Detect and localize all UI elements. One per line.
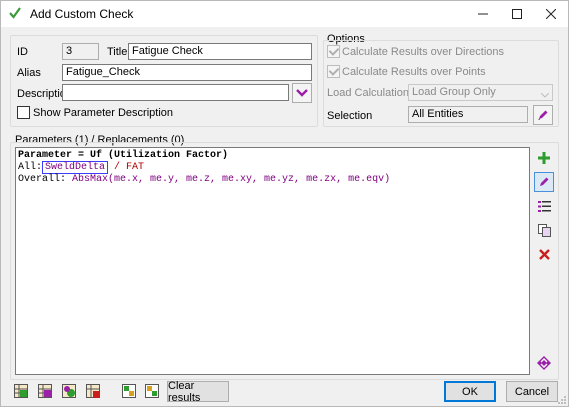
minimize-button[interactable] xyxy=(466,1,500,27)
selection-field: All Entities xyxy=(408,106,528,123)
cancel-button[interactable]: Cancel xyxy=(506,381,558,402)
alias-field[interactable]: Fatigue_Check xyxy=(62,64,312,81)
title-bar: Add Custom Check xyxy=(1,1,568,27)
edit-parameter-button[interactable] xyxy=(534,172,554,192)
checkmark-icon xyxy=(8,6,22,20)
load-calc-select[interactable]: Load Group Only xyxy=(408,84,553,101)
show-param-desc-label: Show Parameter Description xyxy=(33,107,174,119)
close-button[interactable] xyxy=(534,1,568,27)
parameter-editor[interactable]: Parameter = Uf (Utilization Factor) All:… xyxy=(15,147,530,375)
maximize-button[interactable] xyxy=(500,1,534,27)
add-custom-check-dialog: Add Custom Check ID 3 Title Fatigue Chec… xyxy=(0,0,569,407)
calc-directions-label: Calculate Results over Directions xyxy=(342,46,505,58)
list-parameters-button[interactable] xyxy=(534,196,554,216)
pencil-icon xyxy=(540,177,549,186)
description-dropdown-button[interactable] xyxy=(292,83,312,103)
grid-delete-icon xyxy=(86,384,100,398)
grid-export-button[interactable] xyxy=(142,381,162,401)
alias-label: Alias xyxy=(17,67,41,79)
id-label: ID xyxy=(17,46,28,58)
grid-refresh-button[interactable] xyxy=(59,381,79,401)
chevron-down-icon xyxy=(540,89,550,101)
grid-add-button[interactable] xyxy=(11,381,31,401)
overall-prefix: Overall: xyxy=(18,174,73,185)
grid-export-icon xyxy=(145,384,159,398)
chevron-down-icon xyxy=(296,89,308,97)
title-field[interactable]: Fatigue Check xyxy=(128,43,312,60)
resize-grip-icon[interactable] xyxy=(557,395,567,408)
delete-parameter-button[interactable] xyxy=(534,244,554,264)
pencil-icon xyxy=(538,110,548,120)
clear-results-button[interactable]: Clear results xyxy=(167,380,229,404)
grid-edit-icon xyxy=(38,384,52,398)
calc-points-label: Calculate Results over Points xyxy=(342,66,486,78)
all-prefix: All: xyxy=(18,162,43,173)
sweld-delta-token[interactable]: SweldDelta xyxy=(42,161,109,174)
selection-edit-button[interactable] xyxy=(533,105,553,125)
window-title: Add Custom Check xyxy=(30,7,134,21)
grid-edit-button[interactable] xyxy=(35,381,55,401)
list-icon xyxy=(537,200,551,212)
grid-import-button[interactable] xyxy=(119,381,139,401)
calc-directions-checkbox[interactable] xyxy=(327,45,340,58)
grid-import-icon xyxy=(122,384,136,398)
copy-icon xyxy=(537,223,551,237)
delete-icon xyxy=(538,248,550,260)
load-calc-label: Load Calculation xyxy=(327,87,409,99)
description-field[interactable] xyxy=(62,84,289,101)
title-label: Title xyxy=(107,46,128,58)
editor-line-overall: Overall: AbsMax(me.x, me.y, me.z, me.xy,… xyxy=(18,174,527,186)
plus-icon xyxy=(538,152,550,164)
grid-delete-button[interactable] xyxy=(83,381,103,401)
expand-collapse-button[interactable] xyxy=(534,353,554,373)
fat-token: / FAT xyxy=(108,162,145,173)
ok-button[interactable]: OK xyxy=(444,381,496,402)
grid-refresh-icon xyxy=(62,384,76,398)
absmax-function: AbsMax xyxy=(72,174,109,185)
absmax-args: (me.x, me.y, me.z, me.xy, me.yz, me.zx, … xyxy=(108,174,391,185)
expand-collapse-icon xyxy=(537,356,551,370)
id-field: 3 xyxy=(62,43,99,60)
grid-add-icon xyxy=(14,384,28,398)
calc-points-checkbox[interactable] xyxy=(327,65,340,78)
show-param-desc-checkbox[interactable] xyxy=(17,106,30,119)
copy-parameter-button[interactable] xyxy=(534,220,554,240)
editor-line-all: All: SweldDelta / FAT xyxy=(18,161,527,174)
selection-label: Selection xyxy=(327,110,373,122)
add-parameter-button[interactable] xyxy=(534,148,554,168)
